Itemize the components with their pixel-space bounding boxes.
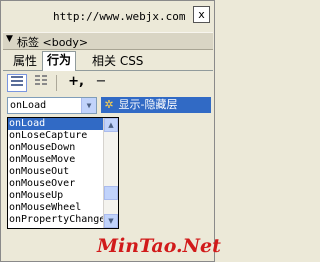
- tab-behaviors[interactable]: 行为: [42, 51, 77, 71]
- scroll-thumb[interactable]: [104, 186, 118, 200]
- scroll-down-icon[interactable]: ▼: [104, 214, 118, 228]
- tab-strip: 属性 行为 相关 CSS: [3, 51, 213, 71]
- behavior-row: onLoad ▼ ✲ 显示-隐藏层: [3, 97, 213, 114]
- list-item[interactable]: onMouseWheel: [8, 202, 118, 214]
- panel-title: 标签 <body>: [17, 36, 89, 49]
- gear-icon: ✲: [104, 98, 114, 111]
- list-item[interactable]: onLoad: [8, 118, 118, 130]
- show-set-events-button[interactable]: [7, 74, 27, 92]
- action-cell[interactable]: ✲ 显示-隐藏层: [101, 97, 211, 113]
- list-item[interactable]: onMouseOut: [8, 166, 118, 178]
- behaviors-toolbar: +, −: [3, 72, 213, 96]
- list-item[interactable]: onLoseCapture: [8, 130, 118, 142]
- window-title: http://www.webjx.com: [53, 10, 186, 23]
- tab-related-css[interactable]: 相关 CSS: [88, 53, 147, 69]
- list-item[interactable]: onMouseOver: [8, 178, 118, 190]
- set-events-icon: [11, 76, 23, 86]
- add-behavior-button[interactable]: +,: [65, 74, 87, 92]
- event-select[interactable]: onLoad ▼: [7, 97, 97, 114]
- close-button[interactable]: x: [193, 6, 210, 23]
- tab-attributes[interactable]: 属性: [9, 53, 41, 69]
- behaviors-panel-window: http://www.webjx.com x ▼ 标签 <body> 属性 行为…: [0, 0, 221, 262]
- title-bar[interactable]: http://www.webjx.com x: [2, 2, 213, 30]
- list-item[interactable]: onMouseMove: [8, 154, 118, 166]
- event-select-value: onLoad: [10, 100, 47, 111]
- all-events-icon: [35, 75, 47, 85]
- toolbar-separator: [56, 75, 57, 91]
- watermark: MinTao.Net: [97, 235, 221, 257]
- dropdown-scrollbar[interactable]: ▲ ▼: [103, 118, 118, 228]
- list-item[interactable]: onMouseUp: [8, 190, 118, 202]
- action-label: 显示-隐藏层: [118, 98, 178, 111]
- chevron-down-icon[interactable]: ▼: [81, 98, 96, 113]
- show-all-events-button[interactable]: [31, 74, 51, 92]
- event-dropdown-list: onLoad onLoseCapture onMouseDown onMouse…: [7, 117, 119, 229]
- remove-behavior-button[interactable]: −: [91, 74, 111, 92]
- panel-header[interactable]: ▼ 标签 <body>: [3, 32, 213, 50]
- list-item[interactable]: onPropertyChange: [8, 214, 118, 226]
- scroll-up-icon[interactable]: ▲: [104, 118, 118, 132]
- list-item[interactable]: onMouseDown: [8, 142, 118, 154]
- collapse-arrow-icon[interactable]: ▼: [6, 34, 13, 44]
